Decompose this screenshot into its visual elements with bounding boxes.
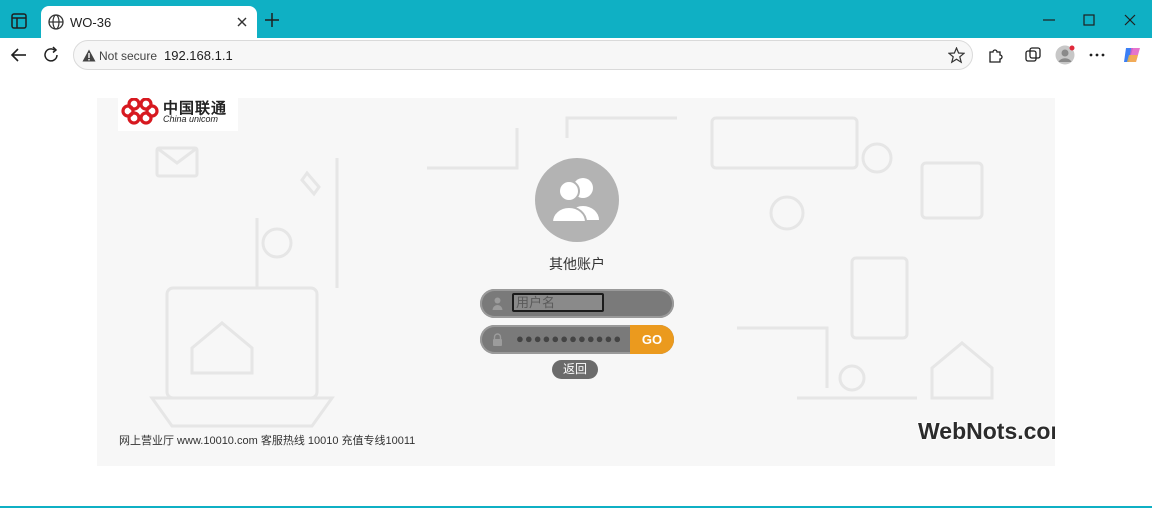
- maximize-icon[interactable]: [1080, 11, 1098, 29]
- login-panel: 中国联通 China unicom 其他账户 ●●●●●●: [97, 98, 1055, 466]
- new-tab-icon[interactable]: [263, 11, 281, 29]
- password-input[interactable]: ●●●●●●●●●●●●: [516, 331, 622, 346]
- close-window-icon[interactable]: [1121, 11, 1139, 29]
- username-field: [480, 289, 674, 318]
- minimize-icon[interactable]: [1040, 11, 1058, 29]
- user-icon: [492, 297, 503, 310]
- users-icon: [550, 178, 599, 223]
- background-illustration: [149, 116, 994, 428]
- china-unicom-logo: 中国联通 China unicom: [118, 98, 238, 131]
- copilot-icon[interactable]: [1122, 45, 1142, 65]
- collections-icon[interactable]: [1024, 46, 1042, 64]
- tab-title: WO-36: [70, 15, 112, 30]
- not-secure-label[interactable]: Not secure: [99, 49, 157, 63]
- tab-actions-icon[interactable]: [10, 12, 28, 30]
- password-field[interactable]: ●●●●●●●●●●●● GO: [480, 325, 674, 354]
- back-arrow-icon[interactable]: [9, 45, 29, 65]
- browser-titlebar: WO-36: [0, 0, 1152, 40]
- extensions-icon[interactable]: [986, 46, 1004, 64]
- close-tab-icon[interactable]: [235, 15, 249, 29]
- warning-icon[interactable]: [82, 49, 96, 62]
- logo-english-text: China unicom: [163, 114, 219, 124]
- favorite-star-icon[interactable]: [948, 47, 965, 64]
- account-avatar: [535, 158, 619, 242]
- address-bar[interactable]: Not secure 192.168.1.1: [73, 40, 973, 70]
- more-options-icon[interactable]: [1088, 46, 1106, 64]
- browser-tab[interactable]: WO-36: [41, 6, 257, 40]
- account-label: 其他账户: [549, 256, 605, 272]
- lock-icon: [493, 333, 502, 346]
- browser-toolbar: Not secure 192.168.1.1: [0, 38, 1152, 72]
- footer-contact-info: 网上营业厅 www.10010.com 客服热线 10010 充值专线10011: [119, 435, 416, 447]
- refresh-icon[interactable]: [41, 45, 61, 65]
- url-text[interactable]: 192.168.1.1: [164, 48, 233, 63]
- profile-avatar[interactable]: [1055, 45, 1075, 65]
- webnots-watermark: WebNots.com: [918, 418, 1055, 444]
- back-button[interactable]: 返回: [552, 360, 598, 379]
- globe-icon: [48, 14, 64, 30]
- page-viewport: 中国联通 China unicom 其他账户 ●●●●●●: [0, 72, 1152, 506]
- go-button[interactable]: GO: [630, 325, 674, 354]
- username-input[interactable]: [512, 293, 604, 312]
- unicom-knot-icon: [121, 98, 159, 125]
